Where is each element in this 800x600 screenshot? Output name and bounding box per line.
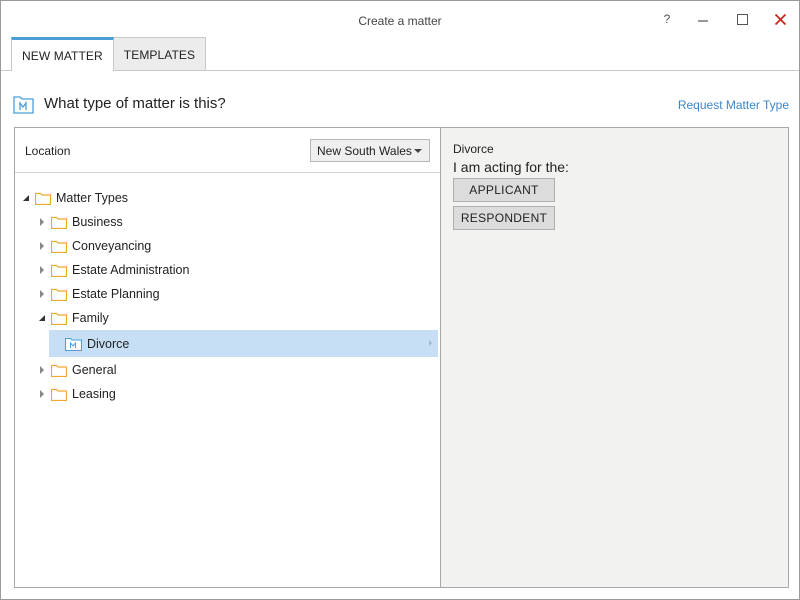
matter-type-icon bbox=[65, 337, 82, 351]
tree-node-matter-types[interactable]: Matter Types bbox=[15, 186, 440, 210]
respondent-button[interactable]: RESPONDENT bbox=[453, 206, 555, 230]
selected-matter-title: Divorce bbox=[453, 142, 494, 156]
tree-node-conveyancing[interactable]: Conveyancing bbox=[15, 234, 440, 258]
chevron-down-icon bbox=[414, 149, 422, 153]
folder-icon bbox=[51, 216, 67, 229]
tree-node-family[interactable]: Family bbox=[15, 306, 440, 330]
tree-node-label: Conveyancing bbox=[72, 239, 152, 253]
tree-node-label: Leasing bbox=[72, 387, 116, 401]
chevron-right-icon bbox=[429, 340, 432, 346]
tree-node-estate-planning[interactable]: Estate Planning bbox=[15, 282, 440, 306]
folder-icon bbox=[51, 364, 67, 377]
expand-arrow-icon[interactable] bbox=[37, 265, 47, 275]
tab-bar: NEW MATTER TEMPLATES bbox=[11, 37, 207, 71]
tree-node-label: Matter Types bbox=[56, 191, 129, 205]
folder-icon bbox=[35, 192, 51, 205]
title-bar: Create a matter ? bbox=[1, 1, 799, 37]
create-matter-window: Create a matter ? NEW MATTER TEMPLATES W… bbox=[0, 0, 800, 600]
folder-icon bbox=[51, 388, 67, 401]
expand-arrow-icon[interactable] bbox=[37, 389, 47, 399]
folder-icon bbox=[51, 264, 67, 277]
applicant-button[interactable]: APPLICANT bbox=[453, 178, 555, 202]
location-label: Location bbox=[25, 144, 71, 158]
close-icon bbox=[774, 13, 786, 25]
location-dropdown[interactable]: New South Wales bbox=[310, 139, 430, 162]
tab-templates[interactable]: TEMPLATES bbox=[112, 37, 207, 71]
matter-tree-pane: Location New South Wales Matter Types Bu… bbox=[15, 128, 441, 587]
expand-arrow-icon[interactable] bbox=[37, 241, 47, 251]
tree-node-label: Business bbox=[72, 215, 123, 229]
tree-node-label: Divorce bbox=[87, 336, 130, 351]
tree-node-business[interactable]: Business bbox=[15, 210, 440, 234]
maximize-icon bbox=[736, 13, 748, 25]
minimize-button[interactable] bbox=[691, 9, 715, 29]
tree-node-general[interactable]: General bbox=[15, 358, 440, 382]
minimize-icon bbox=[698, 20, 708, 22]
window-title: Create a matter bbox=[358, 14, 442, 28]
help-button[interactable]: ? bbox=[655, 9, 679, 29]
matter-detail-pane: Divorce I am acting for the: APPLICANT R… bbox=[441, 128, 788, 587]
matter-type-question: What type of matter is this? bbox=[44, 95, 226, 112]
tree-node-label: Estate Administration bbox=[72, 263, 190, 277]
expand-arrow-icon[interactable] bbox=[37, 365, 47, 375]
expand-arrow-icon[interactable] bbox=[37, 289, 47, 299]
matter-type-tree: Matter Types Business Conveyancing Estat… bbox=[15, 186, 440, 406]
maximize-button[interactable] bbox=[730, 9, 754, 29]
tab-new-matter[interactable]: NEW MATTER bbox=[11, 37, 114, 71]
expand-arrow-icon[interactable] bbox=[37, 313, 47, 323]
close-button[interactable] bbox=[768, 9, 792, 29]
tree-node-leasing[interactable]: Leasing bbox=[15, 382, 440, 406]
help-icon: ? bbox=[663, 12, 671, 26]
tree-node-label: Estate Planning bbox=[72, 287, 160, 301]
location-row: Location New South Wales bbox=[15, 128, 440, 173]
matter-type-header: What type of matter is this? Request Mat… bbox=[13, 93, 789, 119]
tree-node-label: Family bbox=[72, 311, 109, 325]
request-matter-type-link[interactable]: Request Matter Type bbox=[678, 98, 789, 112]
location-selected-value: New South Wales bbox=[317, 144, 412, 158]
acting-for-label: I am acting for the: bbox=[453, 159, 569, 175]
folder-icon bbox=[51, 240, 67, 253]
matter-selection-panel: Location New South Wales Matter Types Bu… bbox=[14, 127, 789, 588]
tree-node-label: General bbox=[72, 363, 117, 377]
tab-divider bbox=[1, 70, 799, 71]
tree-node-estate-administration[interactable]: Estate Administration bbox=[15, 258, 440, 282]
tree-node-divorce[interactable]: Divorce bbox=[49, 330, 438, 357]
matter-type-icon bbox=[13, 95, 35, 118]
folder-icon bbox=[51, 312, 67, 325]
expand-arrow-icon[interactable] bbox=[37, 217, 47, 227]
folder-icon bbox=[51, 288, 67, 301]
expand-arrow-icon[interactable] bbox=[21, 193, 31, 203]
